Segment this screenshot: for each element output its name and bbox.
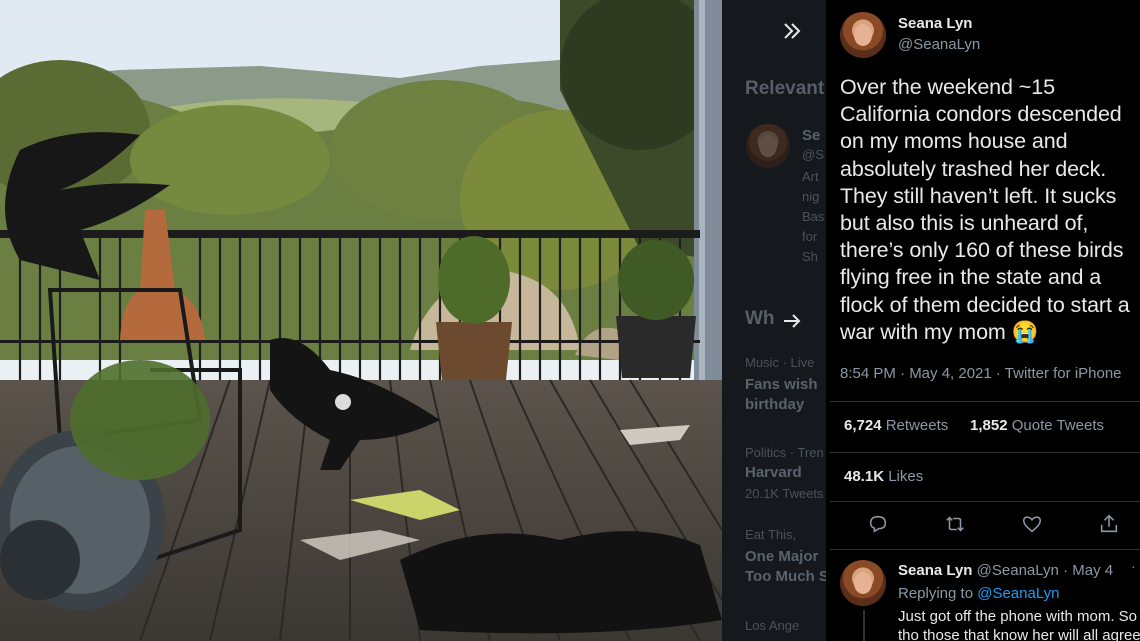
background-line: Sh: [802, 249, 818, 264]
retweets-count: 6,724: [844, 417, 882, 434]
collapse-panel-button[interactable]: [777, 16, 807, 46]
likes-count: 48.1K: [844, 468, 885, 485]
tweet-photo[interactable]: [0, 0, 722, 641]
arrow-right-icon: [784, 314, 801, 328]
trend-title: Harvard: [745, 464, 802, 481]
trend-title: Fans wish: [745, 376, 818, 393]
reply-author-name[interactable]: Seana Lyn: [898, 562, 972, 579]
trend-context: Eat This,: [745, 527, 797, 542]
reply-author-handle[interactable]: @SeanaLyn: [977, 562, 1059, 579]
quote-count: 1,852: [970, 417, 1008, 434]
reply-text: Just got off the phone with mom. So tho …: [898, 607, 1140, 641]
trend-title: One Major: [745, 548, 819, 565]
divider: [830, 501, 1140, 502]
reply-icon: [869, 515, 887, 533]
author-avatar[interactable]: [840, 12, 886, 58]
next-image-button[interactable]: [777, 306, 807, 336]
reply-header: Seana Lyn @SeanaLyn · May 4: [898, 562, 1113, 579]
background-line: @S: [802, 147, 824, 162]
whats-happening-heading: Wh: [745, 308, 775, 329]
background-line: nig: [802, 189, 820, 204]
divider: [830, 549, 1140, 550]
replying-to-prefix: Replying to: [898, 585, 974, 602]
trend-subtitle: birthday: [745, 396, 805, 413]
reply-text-line: tho those that know her will all agree: [898, 627, 1140, 641]
author-handle[interactable]: @SeanaLyn: [898, 36, 980, 53]
divider: [830, 401, 1140, 402]
trend-context: Music · Live: [745, 355, 815, 370]
background-line: for: [802, 229, 818, 244]
trend-context: Politics · Tren: [745, 445, 824, 460]
background-line: Se: [802, 127, 821, 144]
background-line: Art: [802, 169, 819, 184]
share-icon: [1100, 514, 1118, 533]
author-name[interactable]: Seana Lyn: [898, 15, 972, 32]
retweet-button[interactable]: [944, 513, 968, 537]
like-icon: [1022, 516, 1042, 533]
retweets-stat[interactable]: 6,724 Retweets: [844, 417, 948, 434]
divider: [830, 452, 1140, 453]
likes-label: Likes: [888, 468, 924, 485]
like-button[interactable]: [1021, 513, 1045, 537]
background-sidebar: Relevant Se @S Art nig Bas for Sh Wh Mus…: [722, 0, 830, 641]
reply-author-avatar[interactable]: [840, 560, 886, 606]
replying-to: Replying to @SeanaLyn: [898, 585, 1059, 602]
tweet-text: Over the weekend ~15 California condors …: [840, 75, 1130, 344]
retweets-label: Retweets: [885, 417, 949, 434]
share-button[interactable]: [1098, 513, 1122, 537]
likes-stat[interactable]: 48.1K Likes: [844, 468, 923, 485]
background-line: Bas: [802, 209, 825, 224]
tweet-timestamp[interactable]: 8:54 PM · May 4, 2021 · Twitter for iPho…: [840, 365, 1122, 382]
replying-to-handle[interactable]: @SeanaLyn: [977, 585, 1059, 602]
background-avatar: [746, 124, 790, 168]
condors-on-deck-image: [0, 0, 722, 641]
tweet-detail-panel: Seana Lyn @SeanaLyn Over the weekend ~15…: [826, 0, 1140, 641]
retweet-icon: [946, 516, 964, 532]
reply-date[interactable]: · May 4: [1063, 562, 1113, 579]
quote-label: Quote Tweets: [1011, 417, 1104, 434]
trend-context: Los Ange: [745, 618, 800, 633]
more-options-icon[interactable]: ·: [1131, 558, 1136, 574]
quote-tweets-stat[interactable]: 1,852 Quote Tweets: [970, 417, 1104, 434]
trend-subtitle: Too Much S: [745, 568, 829, 585]
relevant-people-heading: Relevant: [745, 78, 825, 99]
double-chevron-right-icon: [784, 23, 801, 39]
reply-button[interactable]: [867, 513, 891, 537]
thread-line: [863, 610, 865, 641]
trend-subtitle: 20.1K Tweets: [745, 486, 824, 501]
reply-text-line: Just got off the phone with mom. So: [898, 608, 1138, 625]
